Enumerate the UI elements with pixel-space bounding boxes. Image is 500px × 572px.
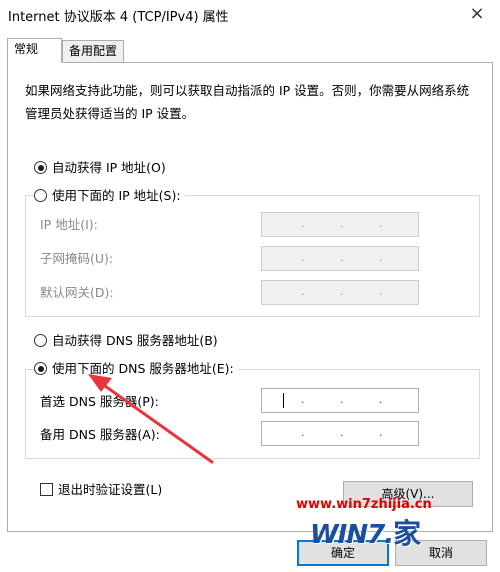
validate-on-exit-label: 退出时验证设置(L)	[58, 482, 163, 497]
default-gateway-input[interactable]: ...	[261, 280, 419, 305]
checkbox-icon	[40, 483, 53, 496]
default-gateway-label: 默认网关(D):	[40, 285, 114, 300]
preferred-dns-input[interactable]: ...	[261, 388, 419, 413]
subnet-mask-input[interactable]: ...	[261, 246, 419, 271]
alternate-dns-label: 备用 DNS 服务器(A):	[40, 427, 160, 442]
tab-alternate-config[interactable]: 备用配置	[62, 40, 124, 63]
radio-selected-icon	[34, 161, 47, 174]
watermark-logo: WIN7.家	[310, 512, 421, 552]
text-cursor	[283, 393, 284, 408]
watermark-url: www.win7zhijia.cn	[296, 497, 432, 512]
dns-manual-radio[interactable]: 使用下面的 DNS 服务器地址(E):	[34, 359, 238, 379]
tab-general[interactable]: 常规	[7, 38, 62, 63]
title-bar: Internet 协议版本 4 (TCP/IPv4) 属性 ×	[0, 0, 500, 30]
dns-auto-label: 自动获得 DNS 服务器地址(B)	[52, 333, 218, 348]
close-icon[interactable]: ×	[464, 2, 490, 26]
dns-manual-label: 使用下面的 DNS 服务器地址(E):	[52, 361, 234, 376]
ip-address-label: IP 地址(I):	[40, 217, 98, 232]
subnet-mask-label: 子网掩码(U):	[40, 251, 114, 266]
ip-manual-label: 使用下面的 IP 地址(S):	[52, 188, 181, 203]
dns-auto-radio[interactable]: 自动获得 DNS 服务器地址(B)	[34, 331, 218, 351]
radio-unselected-icon	[34, 334, 47, 347]
radio-unselected-icon	[34, 189, 47, 202]
ip-address-input[interactable]: ...	[261, 212, 419, 237]
preferred-dns-label: 首选 DNS 服务器(P):	[40, 394, 159, 409]
description-text: 如果网络支持此功能，则可以获取自动指派的 IP 设置。否则，你需要从网络系统管理…	[25, 83, 470, 121]
watermark-logo-char: 家	[393, 517, 421, 550]
ip-manual-radio[interactable]: 使用下面的 IP 地址(S):	[34, 186, 185, 206]
watermark-logo-text: WIN7.	[310, 520, 394, 550]
radio-selected-icon	[34, 362, 47, 375]
ip-auto-radio[interactable]: 自动获得 IP 地址(O)	[34, 158, 166, 178]
alternate-dns-input[interactable]: ...	[261, 421, 419, 446]
window-title: Internet 协议版本 4 (TCP/IPv4) 属性	[8, 10, 229, 25]
validate-on-exit-checkbox[interactable]: 退出时验证设置(L)	[40, 481, 162, 499]
ip-auto-label: 自动获得 IP 地址(O)	[52, 160, 166, 175]
